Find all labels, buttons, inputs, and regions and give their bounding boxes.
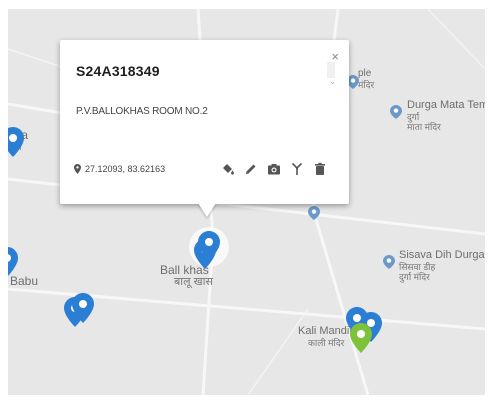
popup-scrollbar[interactable] [327, 62, 335, 78]
popup-tail [198, 203, 216, 217]
place-name-local: मंदिर [358, 80, 375, 90]
antenna-icon[interactable] [290, 162, 304, 176]
place-label-sisava-dih: Sisava Dih Durga M सिसवा डीह दुर्गा मंदि… [399, 249, 485, 282]
place-label-durga-mata: Durga Mata Tem दुर्गा माता मंदिर [407, 99, 485, 132]
paint-bucket-icon[interactable] [221, 162, 235, 176]
place-name: Sisava Dih Durga M [399, 249, 485, 261]
location-icon [74, 164, 81, 174]
selected-map-pin-icon[interactable] [198, 231, 220, 261]
green-map-pin-icon[interactable] [350, 323, 372, 353]
coordinates-text: 27.12093, 83.62163 [85, 164, 166, 174]
place-name: ple [358, 68, 372, 79]
map-pin-icon[interactable] [72, 293, 94, 323]
place-name-local: काली मंदिर [308, 338, 345, 348]
place-name: Durga Mata Tem [407, 99, 485, 111]
popup-description: P.V.BALLOKHAS ROOM NO.2 [76, 106, 208, 117]
poi-icon[interactable] [308, 206, 320, 220]
delete-trash-icon[interactable] [313, 162, 327, 176]
popup-title: S24A318349 [76, 63, 160, 79]
place-name: Kali Mandir [298, 325, 354, 337]
place-name-local: दुर्गा माता मंदिर [407, 112, 441, 132]
map-pin-icon[interactable] [8, 247, 18, 277]
popup-toolbar [221, 162, 327, 176]
place-name-local: सिसवा डीह दुर्गा मंदिर [399, 262, 436, 282]
popup-coordinates: 27.12093, 83.62163 [74, 164, 165, 174]
close-button[interactable]: × [331, 50, 339, 63]
map-pin-icon[interactable] [8, 127, 24, 157]
chevron-down-icon[interactable]: ⌄ [329, 77, 336, 86]
place-label-kali-mandir: Kali Mandir काली मंदिर [298, 325, 353, 348]
camera-icon[interactable] [267, 162, 281, 176]
place-label-ple: ple मंदिर [358, 67, 374, 90]
poi-icon[interactable] [383, 255, 395, 269]
edit-pencil-icon[interactable] [244, 162, 258, 176]
poi-icon[interactable] [390, 105, 402, 119]
place-name-local: बालू खास [174, 276, 213, 288]
marker-info-popup: × ⌄ S24A318349 P.V.BALLOKHAS ROOM NO.2 2… [60, 40, 349, 217]
